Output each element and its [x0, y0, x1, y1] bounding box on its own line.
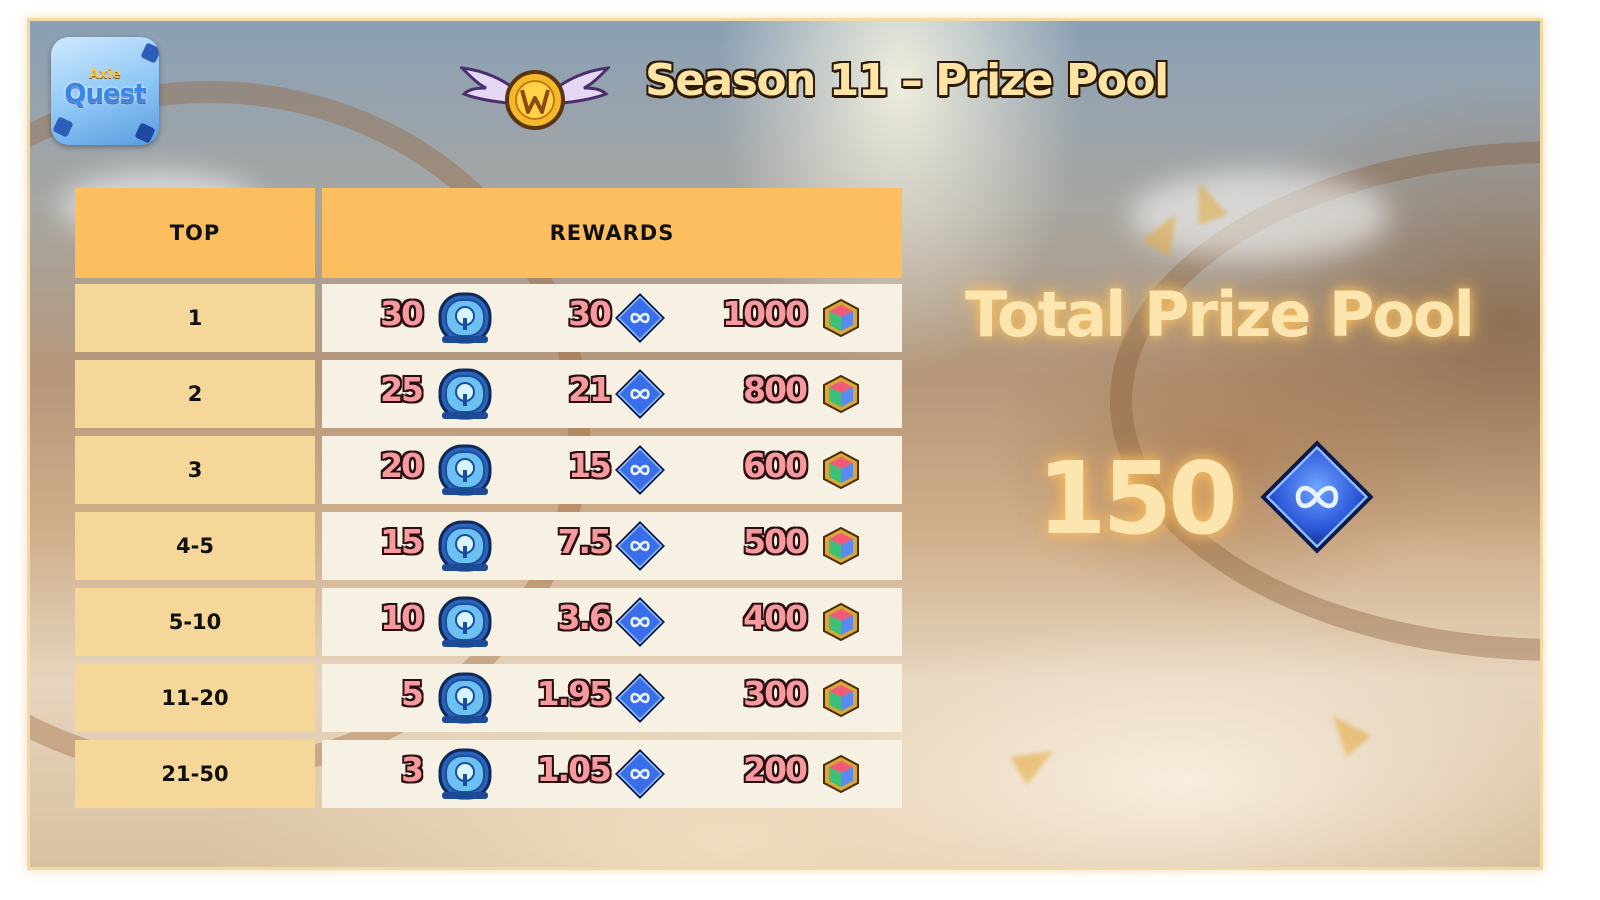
page-title: Season 11 – Prize Pool — [645, 55, 1169, 106]
confetti-decoration — [1320, 705, 1372, 757]
axs-amount: 30 — [568, 294, 612, 333]
axs-token-icon — [1260, 440, 1374, 554]
axs-amount: 21 — [568, 370, 612, 409]
rank-cell: 11-20 — [75, 664, 315, 732]
winged-season-badge-icon — [460, 66, 610, 130]
axs-token-icon — [614, 444, 666, 500]
rank-label: 21-50 — [161, 762, 229, 786]
axs-token-icon — [614, 596, 666, 652]
table-row: 15 7.5 500 — [322, 512, 902, 580]
rank-cell: 5-10 — [75, 588, 315, 656]
chest-count: 5 — [401, 674, 424, 713]
total-prize-pool-value: 150 — [1037, 440, 1238, 557]
blue-chest-icon — [436, 288, 494, 350]
blue-chest-icon — [436, 364, 494, 426]
rank-label: 11-20 — [161, 686, 229, 710]
cube-decoration — [140, 42, 159, 64]
rank-cell: 3 — [75, 436, 315, 504]
axs-amount: 7.5 — [557, 522, 612, 561]
column-header-rewards: REWARDS — [322, 188, 902, 278]
blue-chest-icon — [436, 516, 494, 578]
column-header-label: TOP — [169, 221, 221, 245]
blue-chest-icon — [436, 668, 494, 730]
column-header-top: TOP — [75, 188, 315, 278]
confetti-decoration — [1010, 737, 1062, 785]
chest-count: 3 — [401, 750, 424, 789]
rank-cell: 21-50 — [75, 740, 315, 808]
table-row: 10 3.6 400 — [322, 588, 902, 656]
axs-amount: 3.6 — [557, 598, 612, 637]
chest-count: 20 — [380, 446, 424, 485]
cube-decoration — [52, 116, 74, 138]
cube-count: 1000 — [722, 294, 808, 333]
cube-count: 400 — [743, 598, 808, 637]
rank-label: 2 — [187, 382, 203, 406]
app-logo-big-text: Quest — [64, 79, 146, 109]
rank-label: 4-5 — [176, 534, 214, 558]
rainbow-cube-icon — [822, 754, 860, 798]
rainbow-cube-icon — [822, 374, 860, 418]
axs-token-icon — [614, 292, 666, 348]
rank-cell: 2 — [75, 360, 315, 428]
blue-chest-icon — [436, 592, 494, 654]
axs-token-icon — [614, 368, 666, 424]
axs-amount: 1.95 — [536, 674, 612, 713]
cube-decoration — [134, 122, 156, 144]
rank-label: 5-10 — [168, 610, 222, 634]
cube-count: 600 — [743, 446, 808, 485]
rainbow-cube-icon — [822, 602, 860, 646]
table-row: 5 1.95 300 — [322, 664, 902, 732]
axs-token-icon — [614, 748, 666, 804]
cube-count: 800 — [743, 370, 808, 409]
table-row: 3 1.05 200 — [322, 740, 902, 808]
chest-count: 30 — [380, 294, 424, 333]
app-logo: Axie Quest — [51, 37, 159, 145]
axs-token-icon — [614, 672, 666, 728]
cube-count: 300 — [743, 674, 808, 713]
rainbow-cube-icon — [822, 298, 860, 342]
table-row: 30 30 1000 — [322, 284, 902, 352]
chest-count: 25 — [380, 370, 424, 409]
axs-amount: 15 — [568, 446, 612, 485]
rank-cell: 4-5 — [75, 512, 315, 580]
chest-count: 15 — [380, 522, 424, 561]
column-header-label: REWARDS — [549, 221, 675, 245]
cube-count: 200 — [743, 750, 808, 789]
cube-count: 500 — [743, 522, 808, 561]
total-prize-pool-label: Total Prize Pool — [965, 278, 1475, 351]
rank-label: 3 — [187, 458, 203, 482]
rainbow-cube-icon — [822, 450, 860, 494]
blue-chest-icon — [436, 440, 494, 502]
rank-cell: 1 — [75, 284, 315, 352]
rank-label: 1 — [187, 306, 203, 330]
chest-count: 10 — [380, 598, 424, 637]
blue-chest-icon — [436, 744, 494, 806]
table-row: 20 15 600 — [322, 436, 902, 504]
rainbow-cube-icon — [822, 678, 860, 722]
axs-amount: 1.05 — [536, 750, 612, 789]
axs-token-icon — [614, 520, 666, 576]
table-row: 25 21 800 — [322, 360, 902, 428]
rainbow-cube-icon — [822, 526, 860, 570]
